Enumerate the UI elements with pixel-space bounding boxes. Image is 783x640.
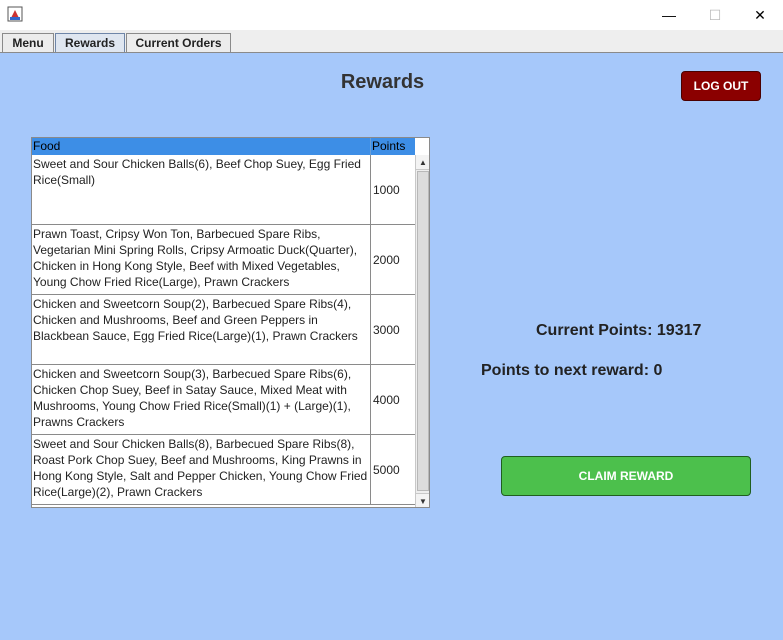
logout-button[interactable]: LOG OUT xyxy=(681,71,761,101)
title-bar: — ☐ ✕ xyxy=(0,0,783,30)
scroll-up-arrow-icon[interactable]: ▲ xyxy=(416,155,429,170)
food-cell: Chicken and Sweetcorn Soup(2), Barbecued… xyxy=(32,295,371,364)
food-cell: Sweet and Sour Chicken Balls(6), Beef Ch… xyxy=(32,155,371,224)
next-reward-label: Points to next reward: 0 xyxy=(481,362,663,379)
table-row[interactable]: Chicken and Sweetcorn Soup(2), Barbecued… xyxy=(32,295,415,365)
points-cell: 2000 xyxy=(373,252,400,267)
table-row[interactable]: Sweet and Sour Chicken Balls(6), Beef Ch… xyxy=(32,155,415,225)
table-row[interactable]: Chicken and Sweetcorn Soup(3), Barbecued… xyxy=(32,365,415,435)
table-header: Food Points xyxy=(32,138,415,155)
column-header-food[interactable]: Food xyxy=(32,138,371,155)
points-cell: 5000 xyxy=(373,462,400,477)
food-cell: Sweet and Sour Chicken Balls(8), Barbecu… xyxy=(32,435,371,504)
maximize-button[interactable]: ☐ xyxy=(692,0,738,30)
app-window: — ☐ ✕ Menu Rewards Current Orders Reward… xyxy=(0,0,783,640)
rewards-panel: Rewards LOG OUT Food Points Sweet and So… xyxy=(0,52,783,640)
claim-reward-button[interactable]: CLAIM REWARD xyxy=(501,456,751,496)
table-row[interactable]: Prawn Toast, Cripsy Won Ton, Barbecued S… xyxy=(32,225,415,295)
page-title: Rewards xyxy=(340,71,425,93)
tab-current-orders[interactable]: Current Orders xyxy=(126,33,231,52)
points-cell: 4000 xyxy=(373,392,400,407)
tab-rewards[interactable]: Rewards xyxy=(55,33,125,52)
rewards-table: Food Points Sweet and Sour Chicken Balls… xyxy=(31,137,430,508)
table-scrollbar[interactable]: ▲ ▼ xyxy=(415,155,429,507)
current-points-label: Current Points: 19317 xyxy=(536,322,702,339)
scroll-thumb[interactable] xyxy=(417,171,429,491)
food-cell: Chicken and Sweetcorn Soup(3), Barbecued… xyxy=(32,365,371,434)
column-header-points[interactable]: Points xyxy=(371,138,415,155)
food-cell: Prawn Toast, Cripsy Won Ton, Barbecued S… xyxy=(32,225,371,294)
points-cell: 3000 xyxy=(373,322,400,337)
points-cell: 1000 xyxy=(373,182,400,197)
tab-menu[interactable]: Menu xyxy=(2,33,54,52)
table-row[interactable]: Sweet and Sour Chicken Balls(8), Barbecu… xyxy=(32,435,415,505)
scroll-down-arrow-icon[interactable]: ▼ xyxy=(416,493,429,507)
minimize-button[interactable]: — xyxy=(646,0,692,30)
tab-strip: Menu Rewards Current Orders xyxy=(0,30,783,52)
close-button[interactable]: ✕ xyxy=(737,0,783,30)
table-body: Sweet and Sour Chicken Balls(6), Beef Ch… xyxy=(32,155,415,505)
java-app-icon xyxy=(7,6,23,22)
